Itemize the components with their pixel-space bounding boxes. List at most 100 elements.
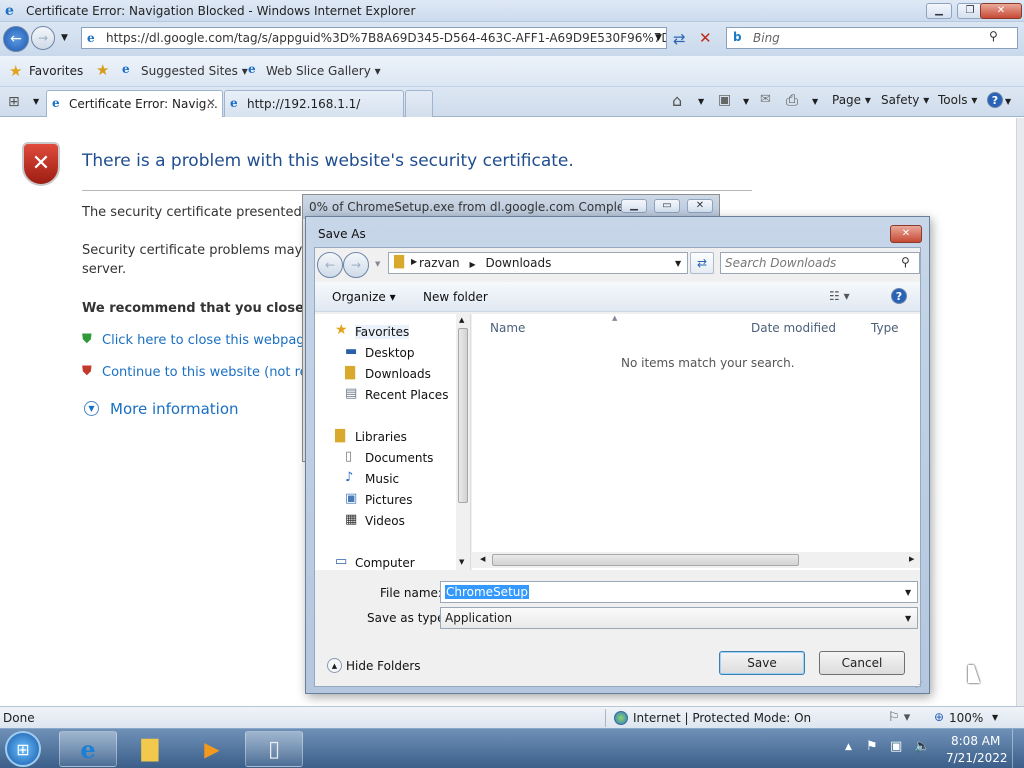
zoom-dropdown-icon[interactable]: ▼: [992, 713, 998, 722]
minimize-button[interactable]: ▁: [926, 3, 952, 19]
quick-tabs-icon[interactable]: ⊞: [8, 94, 20, 110]
new-tab-button[interactable]: [405, 90, 433, 117]
hide-folders-button[interactable]: Hide Folders: [346, 659, 421, 673]
security-zone-text[interactable]: Internet | Protected Mode: On: [633, 711, 811, 725]
tab-close-icon[interactable]: ✕: [206, 96, 216, 110]
taskbar-document[interactable]: ▯: [245, 731, 303, 767]
search-downloads-input[interactable]: Search Downloads ⚲: [720, 252, 920, 274]
dialog-close-button[interactable]: ✕: [890, 225, 922, 243]
home-dropdown-icon[interactable]: ▼: [698, 97, 704, 106]
expand-chevron-icon[interactable]: ▼: [84, 401, 99, 416]
view-options-icon[interactable]: ☷ ▾: [829, 289, 850, 303]
resize-grip-icon[interactable]: ⋰: [915, 680, 923, 689]
column-type[interactable]: Type: [871, 321, 899, 335]
show-hidden-icons[interactable]: ▲: [845, 742, 852, 752]
show-desktop-button[interactable]: [1012, 729, 1024, 768]
forward-button[interactable]: →: [31, 26, 55, 50]
zoom-level[interactable]: 100%: [949, 711, 983, 725]
tab-router[interactable]: e http://192.168.1.1/: [224, 90, 404, 117]
help-icon[interactable]: ?: [987, 92, 1003, 108]
scroll-up-icon[interactable]: ▲: [459, 316, 464, 324]
download-close-button[interactable]: ✕: [687, 199, 713, 213]
breadcrumb-razvan[interactable]: razvan: [419, 256, 460, 270]
new-folder-button[interactable]: New folder: [423, 290, 488, 304]
dialog-refresh-button[interactable]: ⇄: [690, 252, 714, 274]
url-dropdown-icon[interactable]: ▼: [655, 33, 662, 43]
hide-folders-icon[interactable]: ▲: [327, 658, 342, 673]
taskbar-media-player[interactable]: ▶: [183, 731, 241, 767]
save-as-type-select[interactable]: Application ▼: [440, 607, 918, 629]
nav-downloads[interactable]: Downloads: [365, 367, 431, 381]
nav-computer[interactable]: Computer: [355, 556, 415, 570]
clock-date[interactable]: 7/21/2022: [946, 751, 1008, 765]
close-webpage-link[interactable]: Click here to close this webpage.: [102, 333, 317, 348]
breadcrumb-dropdown-icon[interactable]: ▼: [675, 259, 681, 268]
back-button[interactable]: ←: [3, 26, 29, 52]
feeds-dropdown-icon[interactable]: ▼: [743, 97, 749, 106]
print-dropdown-icon[interactable]: ▼: [812, 97, 818, 106]
horizontal-scrollbar[interactable]: ◀ ▶: [472, 552, 920, 568]
download-minimize-button[interactable]: ▁: [621, 199, 647, 213]
column-date-modified[interactable]: Date modified: [751, 321, 836, 335]
save-button[interactable]: Save: [719, 651, 805, 675]
web-slice-gallery-link[interactable]: Web Slice Gallery ▾: [266, 64, 381, 78]
print-icon[interactable]: ⎙: [786, 91, 798, 109]
breadcrumb-downloads[interactable]: Downloads: [485, 256, 551, 270]
feeds-icon[interactable]: ▣: [718, 92, 731, 108]
search-icon[interactable]: ⚲: [989, 29, 998, 43]
nav-documents[interactable]: Documents: [365, 451, 433, 465]
home-icon[interactable]: ⌂: [672, 91, 682, 110]
cancel-button[interactable]: Cancel: [819, 651, 905, 675]
nav-pane-scrollbar[interactable]: ▲ ▼: [456, 314, 470, 570]
taskbar-ie[interactable]: e: [59, 731, 117, 767]
dialog-forward-button[interactable]: →: [343, 252, 369, 278]
nav-libraries[interactable]: Libraries: [355, 430, 407, 444]
nav-recent-places[interactable]: Recent Places: [365, 388, 448, 402]
file-name-input[interactable]: ChromeSetup ▼: [440, 581, 918, 603]
favorites-button[interactable]: Favorites: [29, 64, 83, 78]
volume-muted-icon[interactable]: 🔈: [914, 739, 930, 754]
save-as-type-dropdown-icon[interactable]: ▼: [905, 614, 911, 623]
close-window-button[interactable]: ✕: [980, 3, 1022, 19]
add-favorite-icon[interactable]: ★: [96, 61, 109, 79]
page-menu[interactable]: Page ▾: [832, 93, 871, 107]
history-dropdown-icon[interactable]: ▼: [61, 33, 68, 43]
refresh-icon[interactable]: ⇄: [673, 30, 686, 48]
nav-pictures[interactable]: Pictures: [365, 493, 413, 507]
breadcrumb-bar[interactable]: ▇ ▶ razvan ▶ Downloads ▼: [388, 252, 688, 274]
download-maximize-button[interactable]: ▭: [654, 199, 680, 213]
nav-videos[interactable]: Videos: [365, 514, 405, 528]
tools-menu[interactable]: Tools ▾: [938, 93, 977, 107]
nav-desktop[interactable]: Desktop: [365, 346, 415, 360]
nav-favorites[interactable]: Favorites: [355, 325, 410, 339]
nav-scroll-thumb[interactable]: [458, 328, 468, 503]
help-dropdown-icon[interactable]: ▼: [1005, 97, 1011, 106]
organize-button[interactable]: Organize ▾: [332, 290, 396, 304]
scroll-left-icon[interactable]: ◀: [480, 555, 485, 563]
suggested-sites-link[interactable]: Suggested Sites ▾: [141, 64, 248, 78]
tab-list-dropdown-icon[interactable]: ▼: [33, 97, 39, 106]
page-scrollbar[interactable]: [1016, 118, 1024, 706]
taskbar-explorer[interactable]: ▇: [121, 731, 179, 767]
start-button[interactable]: ⊞: [5, 731, 41, 767]
recent-locations-icon[interactable]: ▼: [375, 260, 380, 268]
continue-website-link[interactable]: Continue to this website (not rec: [102, 365, 315, 380]
search-input[interactable]: b Bing ⚲: [726, 27, 1018, 49]
clock-time[interactable]: 8:08 AM: [951, 734, 1000, 748]
dialog-back-button[interactable]: ←: [317, 252, 343, 278]
zoom-icon[interactable]: ⊕: [934, 710, 944, 724]
action-center-icon[interactable]: ⚑: [866, 739, 878, 754]
url-input[interactable]: e https://dl.google.com/tag/s/appguid%3D…: [81, 27, 667, 49]
file-name-dropdown-icon[interactable]: ▼: [905, 588, 911, 597]
scroll-right-icon[interactable]: ▶: [909, 555, 914, 563]
tab-certificate-error[interactable]: e Certificate Error: Navig... ✕: [46, 90, 223, 117]
mail-icon[interactable]: ✉: [760, 92, 771, 107]
column-name[interactable]: Name: [490, 321, 525, 335]
horizontal-scroll-thumb[interactable]: [492, 554, 799, 566]
scroll-down-icon[interactable]: ▼: [459, 558, 464, 566]
popup-blocker-icon[interactable]: ⚐ ▾: [888, 710, 910, 725]
stop-icon[interactable]: ✕: [699, 29, 712, 47]
safety-menu[interactable]: Safety ▾: [881, 93, 929, 107]
network-icon[interactable]: ▣: [890, 739, 902, 754]
nav-music[interactable]: Music: [365, 472, 399, 486]
